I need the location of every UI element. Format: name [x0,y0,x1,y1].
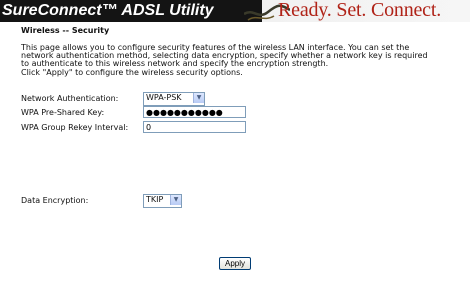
page-description: This page allows you to configure securi… [21,43,461,77]
psk-label: WPA Pre-Shared Key: [21,108,105,117]
encryption-row: Data Encryption: TKIP ▼ [21,194,461,208]
psk-input[interactable] [143,106,246,118]
psk-row: WPA Pre-Shared Key: [21,106,461,119]
rekey-row: WPA Group Rekey Interval: [21,121,461,134]
network-auth-value: WPA-PSK [146,93,182,102]
chevron-down-icon[interactable]: ▼ [170,195,181,205]
encryption-select[interactable]: TKIP ▼ [143,194,182,208]
page-title: Wireless -- Security [21,26,110,35]
network-auth-label: Network Authentication: [21,94,119,103]
rekey-input[interactable] [143,121,246,133]
network-auth-row: Network Authentication: WPA-PSK ▼ [21,92,461,106]
slogan: Ready. Set. Connect. [278,0,442,21]
encryption-value: TKIP [146,195,164,204]
rekey-label: WPA Group Rekey Interval: [21,123,129,132]
header-banner: SureConnect™ ADSL Utility Ready. Set. Co… [0,0,470,22]
apply-button[interactable]: Apply [219,257,251,270]
main-content: Wireless -- Security This page allows yo… [21,24,461,208]
network-auth-select[interactable]: WPA-PSK ▼ [143,92,205,106]
encryption-label: Data Encryption: [21,196,89,205]
chevron-down-icon[interactable]: ▼ [193,93,204,103]
description-line: Click "Apply" to configure the wireless … [21,67,243,77]
brand-logo: SureConnect™ ADSL Utility [2,2,214,19]
